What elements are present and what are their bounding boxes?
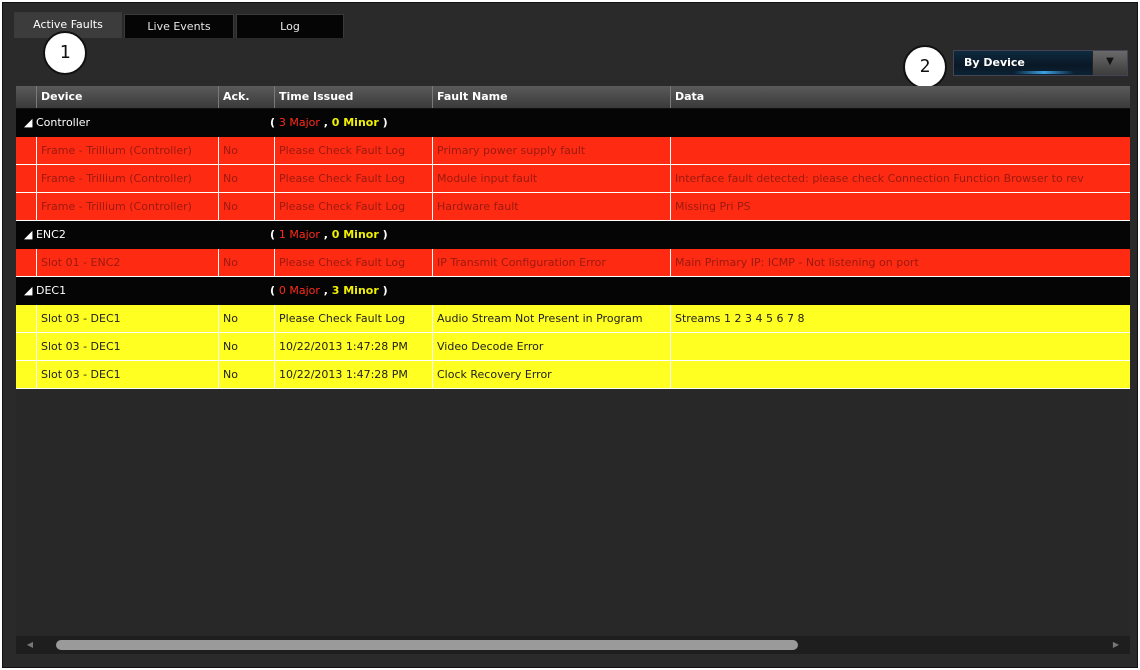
- cell-time: Please Check Fault Log: [274, 137, 432, 165]
- cell-time: Please Check Fault Log: [274, 165, 432, 193]
- column-header-device[interactable]: Device: [36, 86, 218, 108]
- cell-fault: Module input fault: [432, 165, 670, 193]
- cell-device: Slot 03 - DEC1: [36, 305, 218, 333]
- scroll-right-icon[interactable]: ▶: [1110, 639, 1122, 651]
- tab-live-events[interactable]: Live Events: [124, 14, 234, 38]
- table-row[interactable]: Slot 03 - DEC1 No 10/22/2013 1:47:28 PM …: [16, 361, 1130, 389]
- column-header-time[interactable]: Time Issued: [274, 86, 432, 108]
- cell-fault: Audio Stream Not Present in Program: [432, 305, 670, 333]
- column-header-ack[interactable]: Ack.: [218, 86, 274, 108]
- cell-ack: No: [218, 249, 274, 277]
- cell-data: [670, 137, 1130, 165]
- cell-ack: No: [218, 165, 274, 193]
- group-name: DEC1: [35, 284, 67, 297]
- table-row[interactable]: Frame - Trillium (Controller) No Please …: [16, 165, 1130, 193]
- chevron-down-icon[interactable]: ▼: [1092, 51, 1127, 75]
- cell-data: Main Primary IP: ICMP - Not listening on…: [670, 249, 1130, 277]
- cell-data: Interface fault detected: please check C…: [670, 165, 1130, 193]
- cell-ack: No: [218, 305, 274, 333]
- group-row-enc2[interactable]: ◢ ENC2 ( 1 Major , 0 Minor ): [16, 221, 1130, 249]
- column-header-fault[interactable]: Fault Name: [432, 86, 670, 108]
- cell-time: Please Check Fault Log: [274, 193, 432, 221]
- cell-data: Missing Pri PS: [670, 193, 1130, 221]
- cell-fault: Clock Recovery Error: [432, 361, 670, 389]
- group-label: ◢ Controller: [24, 116, 91, 129]
- cell-device: Slot 01 - ENC2: [36, 249, 218, 277]
- cell-fault: Video Decode Error: [432, 333, 670, 361]
- major-count: 0 Major: [278, 284, 320, 297]
- group-row-dec1[interactable]: ◢ DEC1 ( 0 Major , 3 Minor ): [16, 277, 1130, 305]
- scrollbar-thumb[interactable]: [56, 640, 798, 650]
- cell-data: [670, 333, 1130, 361]
- cell-fault: IP Transmit Configuration Error: [432, 249, 670, 277]
- group-row-controller[interactable]: ◢ Controller ( 3 Major , 0 Minor ): [16, 109, 1130, 137]
- table-row[interactable]: Slot 03 - DEC1 No 10/22/2013 1:47:28 PM …: [16, 333, 1130, 361]
- cell-data: [670, 361, 1130, 389]
- cell-device: Frame - Trillium (Controller): [36, 137, 218, 165]
- group-counts: ( 3 Major , 0 Minor ): [270, 116, 388, 129]
- minor-count: 0 Minor: [331, 116, 379, 129]
- group-by-label: By Device: [964, 56, 1025, 69]
- grid-header: Device Ack. Time Issued Fault Name Data: [16, 86, 1130, 109]
- cell-time: Please Check Fault Log: [274, 249, 432, 277]
- group-counts: ( 0 Major , 3 Minor ): [270, 284, 388, 297]
- minor-count: 3 Minor: [331, 284, 379, 297]
- cell-time: Please Check Fault Log: [274, 305, 432, 333]
- dropdown-glow: [1014, 71, 1074, 74]
- group-by-dropdown[interactable]: By Device ▼: [953, 50, 1128, 76]
- group-label: ◢ DEC1: [24, 284, 67, 297]
- cell-ack: No: [218, 193, 274, 221]
- callout-2: 2: [903, 45, 947, 89]
- table-row[interactable]: Frame - Trillium (Controller) No Please …: [16, 137, 1130, 165]
- major-count: 1 Major: [278, 228, 320, 241]
- scroll-left-icon[interactable]: ◀: [24, 639, 36, 651]
- column-header-data[interactable]: Data: [670, 86, 1130, 108]
- horizontal-scrollbar[interactable]: ◀ ▶: [16, 636, 1130, 654]
- cell-device: Frame - Trillium (Controller): [36, 165, 218, 193]
- group-name: ENC2: [35, 228, 66, 241]
- table-row[interactable]: Slot 03 - DEC1 No Please Check Fault Log…: [16, 305, 1130, 333]
- group-counts: ( 1 Major , 0 Minor ): [270, 228, 388, 241]
- major-count: 3 Major: [278, 116, 320, 129]
- cell-ack: No: [218, 361, 274, 389]
- cell-fault: Hardware fault: [432, 193, 670, 221]
- cell-device: Slot 03 - DEC1: [36, 333, 218, 361]
- cell-device: Slot 03 - DEC1: [36, 361, 218, 389]
- tab-log[interactable]: Log: [236, 14, 344, 38]
- faults-grid: Device Ack. Time Issued Fault Name Data …: [16, 86, 1130, 636]
- cell-ack: No: [218, 333, 274, 361]
- group-label: ◢ ENC2: [24, 228, 66, 241]
- cell-fault: Primary power supply fault: [432, 137, 670, 165]
- callout-1: 1: [43, 31, 87, 75]
- table-row[interactable]: Slot 01 - ENC2 No Please Check Fault Log…: [16, 249, 1130, 277]
- table-row[interactable]: Frame - Trillium (Controller) No Please …: [16, 193, 1130, 221]
- cell-time: 10/22/2013 1:47:28 PM: [274, 333, 432, 361]
- minor-count: 0 Minor: [331, 228, 379, 241]
- group-name: Controller: [35, 116, 91, 129]
- cell-time: 10/22/2013 1:47:28 PM: [274, 361, 432, 389]
- cell-ack: No: [218, 137, 274, 165]
- cell-data: Streams 1 2 3 4 5 6 7 8: [670, 305, 1130, 333]
- cell-device: Frame - Trillium (Controller): [36, 193, 218, 221]
